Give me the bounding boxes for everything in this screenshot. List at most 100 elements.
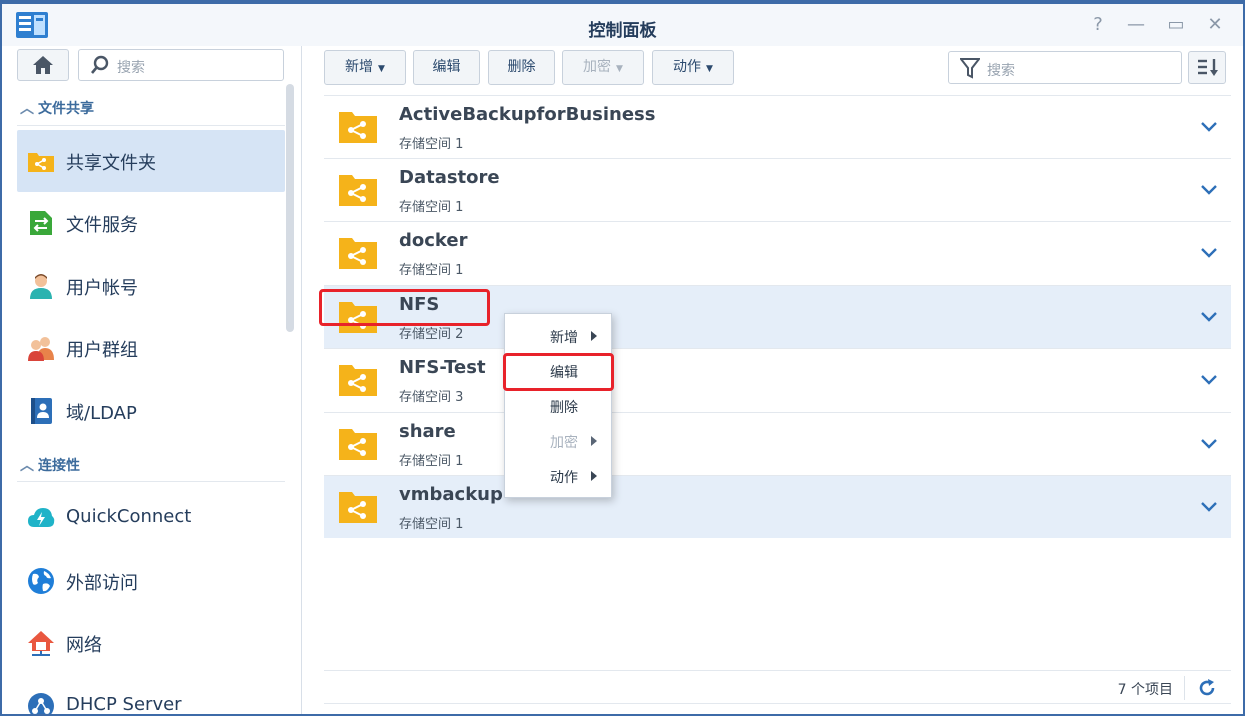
submenu-arrow-icon [591,331,597,341]
action-button[interactable]: 动作 ▼ [652,50,734,85]
sidebar-item-label: 外部访问 [66,573,138,594]
menu-item-label: 新增 [550,330,578,346]
sidebar-item-label: 用户群组 [66,340,138,361]
chevron-up-icon: ︿ [20,101,34,117]
menu-item-label: 动作 [550,470,578,486]
folder-volume: 存储空间 1 [399,517,464,532]
network-icon [28,631,54,656]
chevron-down-icon[interactable] [1199,369,1219,389]
chevron-down-icon[interactable] [1199,179,1219,199]
highlight-box-nfs [319,289,490,326]
ctx-encrypt-menu-item[interactable]: 加密 [505,424,611,459]
file-services-icon [30,211,52,235]
folder-row[interactable]: vmbackup 存储空间 1 [324,475,1231,538]
sidebar-item-group[interactable]: 用户群组 [17,317,285,379]
divider [17,481,285,482]
home-button[interactable] [17,49,69,81]
dhcp-server-icon [28,693,54,714]
chevron-up-icon: ︿ [20,458,34,474]
context-menu: 新增 编辑 删除 加密 动作 [504,313,612,498]
encrypt-button[interactable]: 加密 ▼ [562,50,644,85]
control-panel-window: 控制面板 ? — ▭ ✕ 搜索 ︿ 文件共享 共享文件夹 文件服务 用户帐号 用… [0,0,1245,716]
sidebar-item-network[interactable]: 网络 [17,612,285,674]
folder-volume: 存储空间 1 [399,200,464,215]
shared-folder-icon [339,492,377,523]
sort-button[interactable] [1188,51,1226,84]
shared-folder-icon [339,238,377,269]
window-title: 控制面板 [588,21,657,41]
folder-name: Datastore [399,167,500,188]
ctx-delete-menu-item[interactable]: 删除 [505,389,611,424]
sidebar-item-external-access[interactable]: 外部访问 [17,550,285,612]
edit-button[interactable]: 编辑 [413,50,480,85]
chevron-down-icon[interactable] [1199,433,1219,453]
search-icon [91,55,109,74]
section-file-sharing[interactable]: ︿ 文件共享 [20,98,94,118]
sidebar-item-user[interactable]: 用户帐号 [17,255,285,317]
folder-name: share [399,421,456,442]
home-icon [33,56,53,74]
shared-folder-icon [339,175,377,206]
title-bar[interactable]: 控制面板 ? — ▭ ✕ [2,4,1243,46]
chevron-down-icon[interactable] [1199,116,1219,136]
folder-search-placeholder: 搜索 [987,63,1015,79]
folder-search-input[interactable]: 搜索 [948,51,1182,84]
folder-row[interactable]: NFS-Test 存储空间 3 [324,348,1231,411]
item-count: 7 个项目 [1117,682,1173,698]
chevron-down-icon[interactable] [1199,242,1219,262]
folder-row[interactable]: ActiveBackupforBusiness 存储空间 1 [324,95,1231,158]
shared-folder-icon [28,153,54,172]
sidebar-item-quickconnect[interactable]: QuickConnect [17,487,285,549]
sidebar-item-label: 域/LDAP [66,403,137,424]
sidebar-item-shared-folder[interactable]: 共享文件夹 [17,130,285,192]
sidebar-scrollbar[interactable] [286,84,294,332]
filter-icon [960,58,980,79]
shared-folder-icon [339,112,377,143]
shared-folder-icon [339,429,377,460]
chevron-down-icon[interactable] [1199,306,1219,326]
submenu-arrow-icon [591,471,597,481]
user-icon [30,274,52,299]
sort-icon [1198,59,1218,76]
maximize-button[interactable]: ▭ [1165,14,1187,36]
quickconnect-icon [28,508,55,527]
minimize-button[interactable]: — [1125,14,1147,36]
dropdown-caret-icon: ▼ [706,64,713,74]
ctx-action-menu-item[interactable]: 动作 [505,459,611,494]
shared-folder-icon [339,365,377,396]
folder-row[interactable]: Datastore 存储空间 1 [324,158,1231,221]
folder-row[interactable]: docker 存储空间 1 [324,221,1231,284]
sidebar-item-dhcp-server[interactable]: DHCP Server [17,675,285,715]
sidebar-item-label: QuickConnect [66,506,192,527]
sidebar: 搜索 ︿ 文件共享 共享文件夹 文件服务 用户帐号 用户群组 域/LDAP ︿ … [2,46,302,715]
divider [17,125,285,126]
sidebar-search-input[interactable]: 搜索 [78,49,284,81]
sidebar-item-file-services[interactable]: 文件服务 [17,192,285,254]
dropdown-caret-icon: ▼ [378,64,385,74]
close-button[interactable]: ✕ [1204,14,1226,36]
main-panel: 新增 ▼ 编辑 删除 加密 ▼ 动作 ▼ 搜索 ActiveBackupforBusi… [304,46,1243,714]
divider [1184,676,1185,700]
folder-volume: 存储空间 1 [399,137,464,152]
folder-row[interactable]: share 存储空间 1 [324,412,1231,475]
create-button[interactable]: 新增 ▼ [324,50,406,85]
menu-item-label: 加密 [550,435,578,451]
folder-name: ActiveBackupforBusiness [399,104,656,125]
folder-volume: 存储空间 3 [399,390,464,405]
refresh-icon[interactable] [1197,678,1217,698]
sidebar-item-label: DHCP Server [66,694,182,715]
help-button[interactable]: ? [1087,14,1109,36]
sidebar-item-domain-ldap[interactable]: 域/LDAP [17,380,285,442]
sidebar-item-label: 文件服务 [66,215,138,236]
sidebar-item-label: 网络 [66,635,102,656]
menu-item-label: 删除 [550,400,578,416]
domain-ldap-icon [31,398,52,424]
folder-name: NFS-Test [399,357,486,378]
chevron-down-icon[interactable] [1199,496,1219,516]
sidebar-item-label: 共享文件夹 [66,153,156,174]
section-connectivity[interactable]: ︿ 连接性 [20,455,80,475]
sidebar-item-label: 用户帐号 [66,278,138,299]
group-icon [28,337,54,361]
delete-button[interactable]: 删除 [488,50,555,85]
ctx-create-menu-item[interactable]: 新增 [505,319,611,354]
